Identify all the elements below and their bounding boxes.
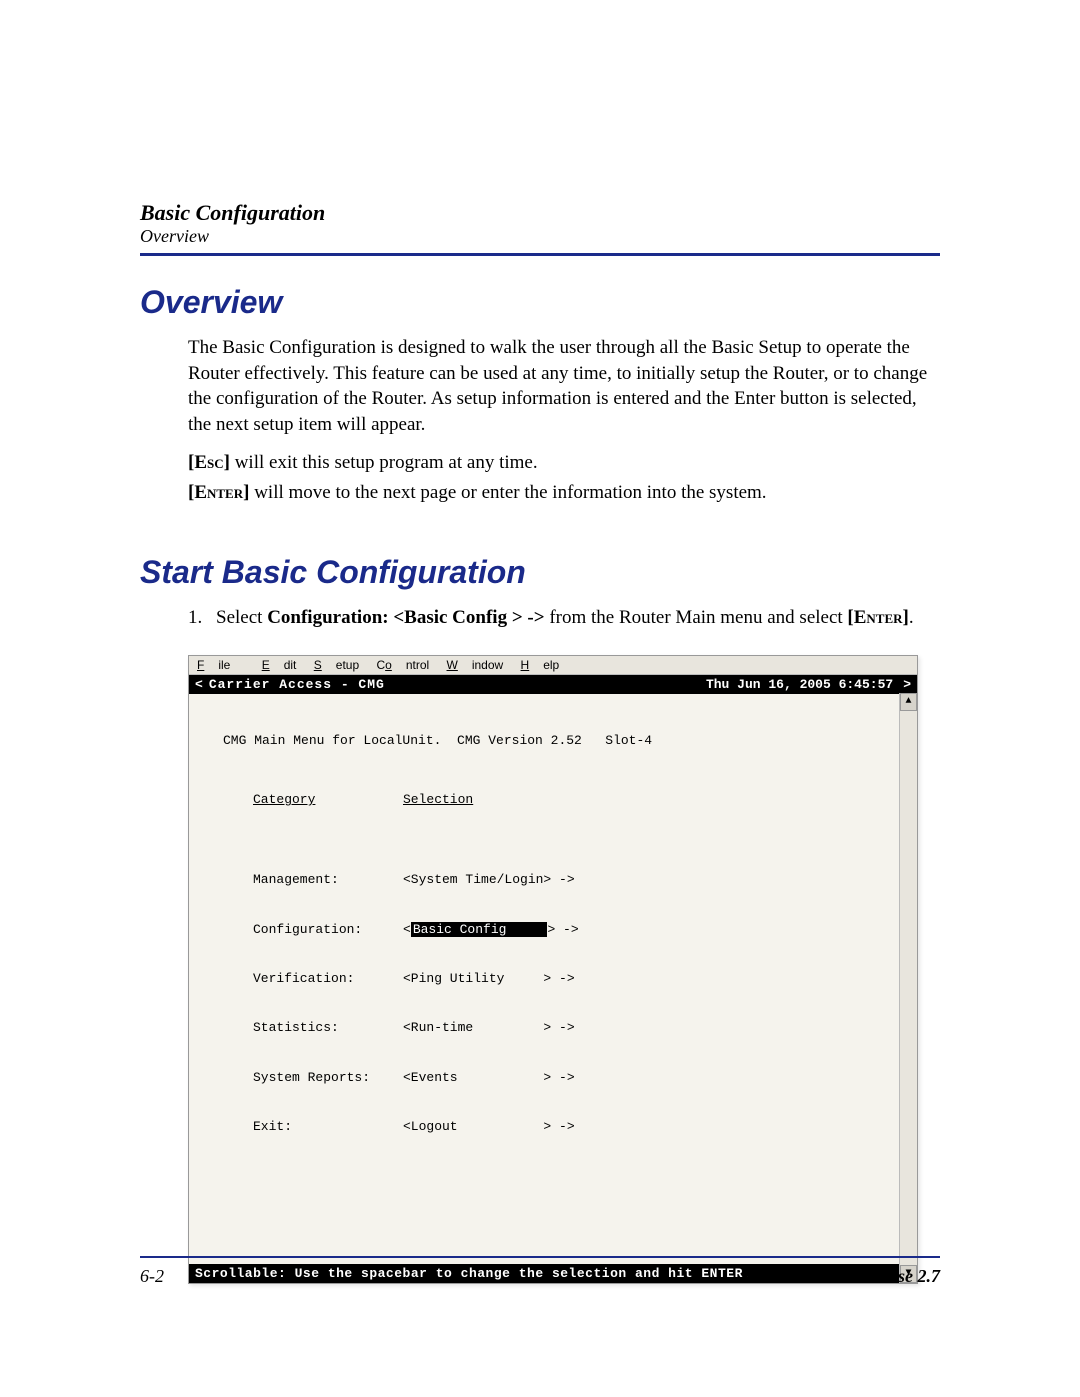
enter-key: [Enter] (188, 482, 249, 503)
esc-text: will exit this setup program at any time… (230, 452, 538, 473)
row-statistics[interactable]: Statistics:<Run-time > -> (203, 1016, 903, 1041)
terminal-window: File Edit Setup Control Window Help < Ca… (188, 655, 918, 1284)
title-right-arrow: > (903, 677, 911, 692)
menu-file[interactable]: File (197, 658, 244, 672)
enter-text: will move to the next page or enter the … (249, 482, 766, 503)
title-text: Carrier Access - CMG (209, 677, 706, 692)
step-enter-key: [Enter] (847, 607, 908, 628)
terminal-body: < Carrier Access - CMG Thu Jun 16, 2005 … (189, 675, 917, 1283)
overview-body: The Basic Configuration is designed to w… (188, 335, 940, 438)
terminal-scrollbar[interactable]: ▲ ▼ (899, 693, 917, 1283)
row-management[interactable]: Management:<System Time/Login> -> (203, 868, 903, 893)
step-1: 1. Select Configuration: <Basic Config >… (188, 605, 940, 632)
basic-config-highlight: Basic Config (411, 922, 548, 937)
col-selection: Selection (403, 788, 903, 813)
terminal-content: CMG Main Menu for LocalUnit. CMG Version… (189, 694, 917, 1264)
terminal-titlebar: < Carrier Access - CMG Thu Jun 16, 2005 … (189, 675, 917, 694)
section-overview-heading: Overview (140, 284, 940, 321)
step-bold: Configuration: <Basic Config > -> (267, 607, 549, 628)
menu-edit[interactable]: Edit (262, 658, 297, 672)
row-exit[interactable]: Exit:<Logout > -> (203, 1115, 903, 1140)
terminal-subtitle: CMG Main Menu for LocalUnit. CMG Version… (203, 725, 903, 764)
page-header: Basic Configuration Overview (140, 200, 940, 247)
header-rule (140, 253, 940, 256)
header-subtitle: Overview (140, 226, 940, 247)
title-left-arrow: < (195, 677, 203, 692)
menu-control[interactable]: Control (376, 658, 429, 672)
step-body: Select Configuration: <Basic Config > ->… (216, 605, 940, 632)
menu-window[interactable]: Window (447, 658, 504, 672)
row-verification[interactable]: Verification:<Ping Utility > -> (203, 967, 903, 992)
scroll-up-icon[interactable]: ▲ (900, 693, 917, 711)
header-title: Basic Configuration (140, 200, 940, 226)
page-footer: 6-2 CMG Router - Release 2.7 (140, 1256, 940, 1287)
footer-rule (140, 1256, 940, 1258)
esc-key: [Esc] (188, 452, 230, 473)
row-configuration[interactable]: Configuration:<Basic Config > -> (203, 918, 903, 943)
menu-help[interactable]: Help (521, 658, 560, 672)
row-system-reports[interactable]: System Reports:<Events > -> (203, 1066, 903, 1091)
step-number: 1. (188, 605, 216, 632)
col-category: Category (203, 788, 403, 813)
menu-setup[interactable]: Setup (314, 658, 359, 672)
section-start-heading: Start Basic Configuration (140, 554, 940, 591)
footer-page-number: 6-2 (140, 1266, 164, 1287)
terminal-header-row: CategorySelection (203, 788, 903, 813)
title-date: Thu Jun 16, 2005 6:45:57 (706, 677, 893, 692)
footer-doc-title: CMG Router - Release 2.7 (745, 1266, 941, 1287)
esc-line: [Esc] will exit this setup program at an… (188, 452, 940, 474)
enter-line: [Enter] will move to the next page or en… (188, 482, 940, 504)
terminal-menubar: File Edit Setup Control Window Help (189, 656, 917, 675)
